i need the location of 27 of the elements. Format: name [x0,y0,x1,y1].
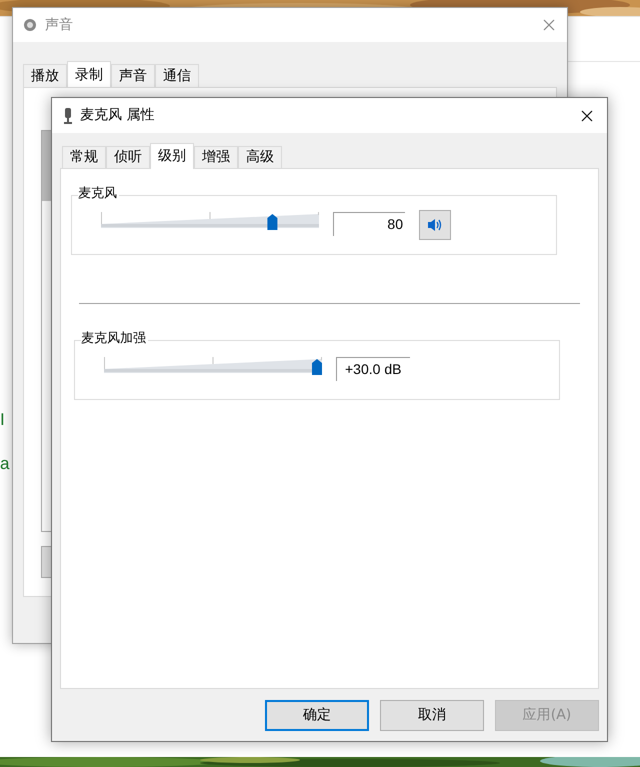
speaker-icon [23,17,37,33]
tab[interactable]: 声音 [111,64,155,87]
section-heading: I [0,409,5,431]
tab[interactable]: 常规 [62,146,106,168]
value-field[interactable]: +30.0 dB [336,357,410,381]
group-title: 麦克风 [78,186,119,202]
dialog-button[interactable]: 取消 [380,700,484,731]
tab[interactable]: 录制 [67,61,111,88]
tab[interactable]: 侦听 [106,146,150,168]
group-title: 麦克风加强 [81,331,148,347]
tab[interactable]: 级别 [150,143,194,169]
mute-button[interactable] [419,210,451,240]
window-title: 麦克风 属性 [80,106,154,125]
scrollbar-thumb[interactable] [42,131,52,201]
tab[interactable]: 播放 [23,64,67,87]
tab[interactable]: 通信 [155,64,199,87]
tab[interactable]: 高级 [238,146,282,168]
close-icon[interactable] [581,110,593,122]
section-heading: a [0,453,10,475]
slider-thumb[interactable] [312,359,322,375]
tab[interactable]: 增强 [194,146,238,168]
speaker-icon [427,218,443,232]
window-title: 声音 [45,16,73,34]
microphone-icon [64,108,72,124]
value-field[interactable]: 80 [333,212,405,236]
dialog-button[interactable]: 确定 [265,700,369,731]
slider-thumb[interactable] [267,214,278,230]
